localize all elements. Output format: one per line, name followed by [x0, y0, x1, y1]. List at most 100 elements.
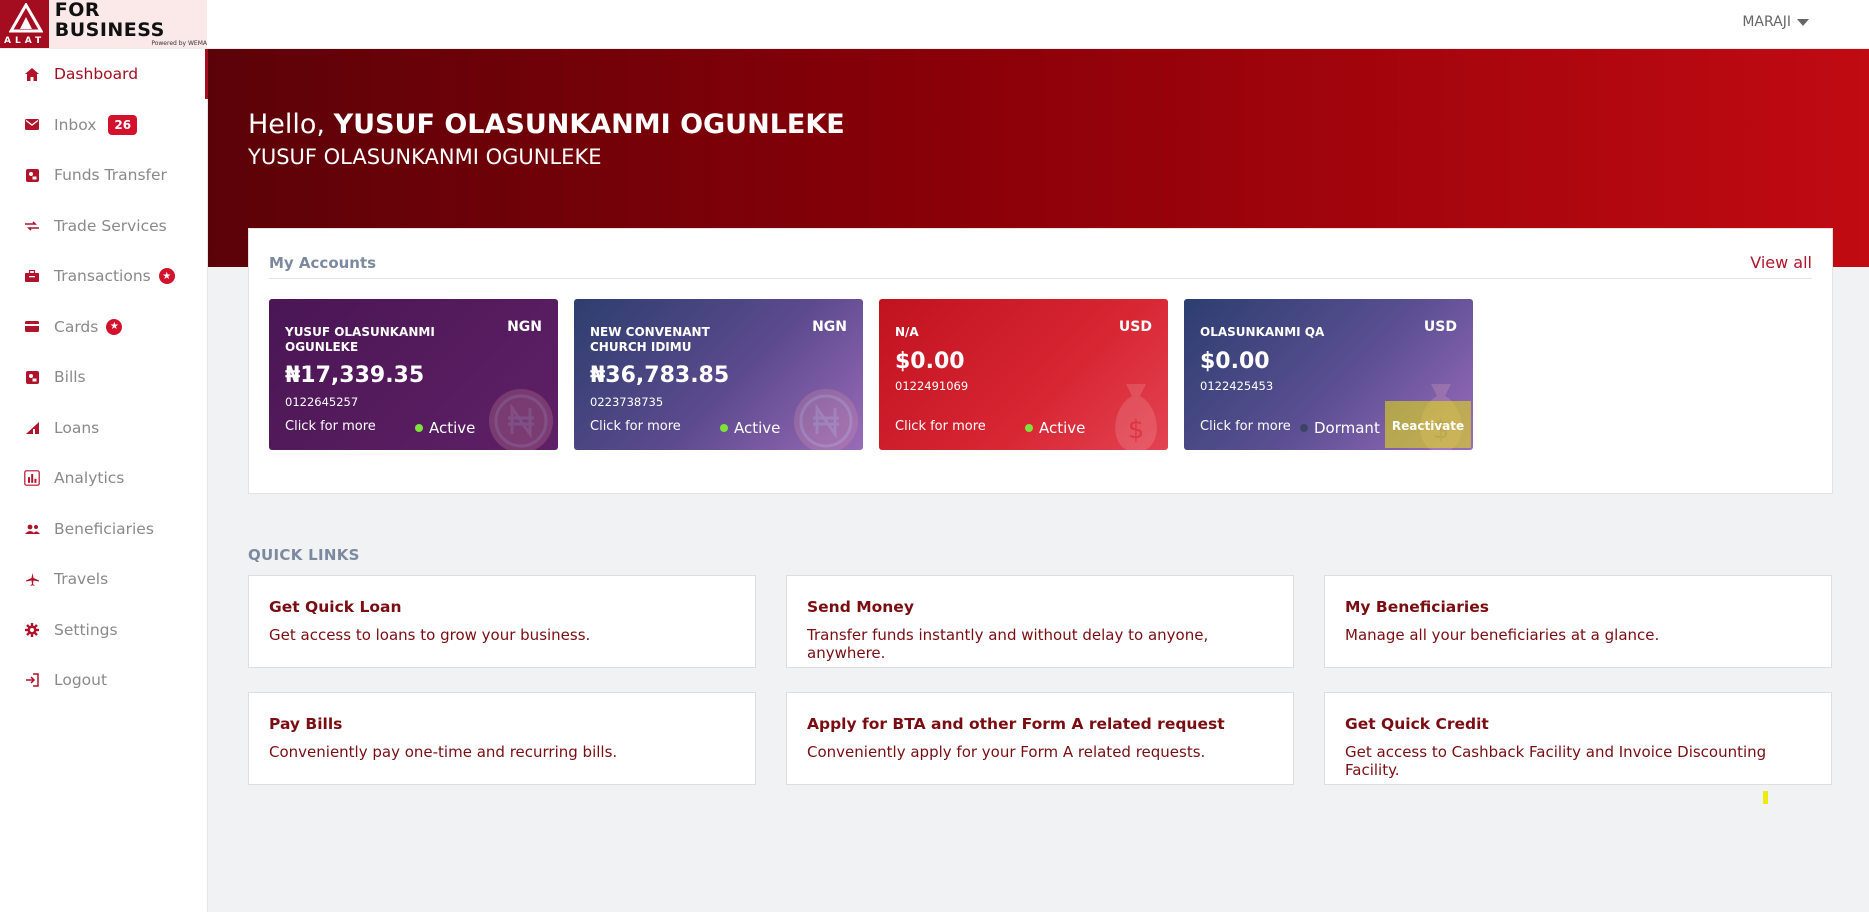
click-for-more-link[interactable]: Click for more — [590, 419, 681, 434]
quick-link-description: Get access to loans to grow your busines… — [269, 626, 591, 644]
sidebar-item-analytics[interactable]: Analytics — [0, 453, 207, 504]
loan-icon — [24, 420, 40, 436]
quick-link-title: My Beneficiaries — [1345, 598, 1489, 616]
user-menu-label: MARAJI — [1742, 14, 1791, 30]
account-status-label: Active — [429, 419, 476, 437]
sidebar-item-label: Bills — [54, 368, 86, 387]
account-name: N/A — [895, 325, 919, 339]
quick-link-description: Conveniently apply for your Form A relat… — [807, 743, 1206, 761]
sidebar-item-inbox[interactable]: Inbox 26 — [0, 100, 207, 151]
greeting-name: YUSUF OLASUNKANMI OGUNLEKE — [333, 109, 845, 140]
highlight-marker — [1763, 791, 1768, 804]
logo-mark-text: ALAT — [4, 36, 46, 46]
quick-link-description: Get access to Cashback Facility and Invo… — [1345, 743, 1767, 779]
quick-link-title: Pay Bills — [269, 715, 343, 733]
company-name: YUSUF OLASUNKANMI OGUNLEKE — [248, 145, 602, 169]
click-for-more-link[interactable]: Click for more — [285, 419, 376, 434]
quick-link-send-money[interactable]: Send Money Transfer funds instantly and … — [786, 575, 1294, 668]
quick-link-title: Apply for BTA and other Form A related r… — [807, 715, 1225, 733]
quick-link-title: Get Quick Credit — [1345, 715, 1489, 733]
click-for-more-link[interactable]: Click for more — [895, 419, 986, 434]
account-balance: $0.00 — [895, 349, 965, 374]
view-all-link[interactable]: View all — [1750, 253, 1812, 272]
naira-coin-icon — [794, 389, 858, 450]
quick-link-title: Send Money — [807, 598, 914, 616]
mail-icon — [24, 117, 40, 133]
sidebar-item-settings[interactable]: Settings — [0, 605, 207, 656]
account-number: 0122491069 — [895, 379, 969, 393]
active-status-dot — [720, 424, 728, 432]
analytics-icon — [24, 470, 40, 487]
my-accounts-panel: My Accounts View all YUSUF OLASUNKANMI O… — [248, 228, 1833, 494]
sidebar-item-label: Funds Transfer — [54, 166, 167, 185]
logo-text: FOR BUSINESS — [54, 0, 165, 41]
sidebar-item-label: Inbox — [54, 115, 97, 134]
account-name: OLASUNKANMI QA — [1200, 325, 1325, 339]
logout-icon — [24, 672, 40, 688]
active-status-dot — [415, 424, 423, 432]
quick-link-get-quick-credit[interactable]: Get Quick Credit Get access to Cashback … — [1324, 692, 1832, 785]
exchange-icon — [24, 218, 40, 234]
quick-link-pay-bills[interactable]: Pay Bills Conveniently pay one-time and … — [248, 692, 756, 785]
click-for-more-link[interactable]: Click for more — [1200, 419, 1291, 434]
dormant-status-dot — [1300, 424, 1308, 432]
user-menu[interactable]: MARAJI — [1742, 14, 1809, 30]
sidebar-item-label: Transactions — [54, 267, 151, 286]
sidebar-item-funds-transfer[interactable]: Funds Transfer — [0, 150, 207, 201]
account-card[interactable]: YUSUF OLASUNKANMI OGUNLEKE NGN ₦17,339.3… — [269, 299, 558, 450]
sidebar-item-bills[interactable]: Bills — [0, 352, 207, 403]
account-status-label: Active — [1039, 419, 1086, 437]
sidebar-item-label: Loans — [54, 418, 100, 437]
greeting-heading: Hello, YUSUF OLASUNKANMI OGUNLEKE — [248, 109, 845, 140]
sidebar-item-label: Beneficiaries — [54, 519, 154, 538]
sidebar-item-label: Analytics — [54, 469, 125, 488]
active-status-dot — [1025, 424, 1033, 432]
transfer-icon — [24, 167, 40, 183]
account-balance: $0.00 — [1200, 349, 1270, 374]
money-bag-icon: $ — [1115, 384, 1157, 450]
chevron-down-icon — [1797, 18, 1809, 26]
quick-link-title: Get Quick Loan — [269, 598, 402, 616]
sidebar-item-logout[interactable]: Logout — [0, 655, 207, 706]
sidebar-item-loans[interactable]: Loans — [0, 403, 207, 454]
sidebar-item-travels[interactable]: Travels — [0, 554, 207, 605]
account-status: Active — [1025, 419, 1085, 437]
account-balance: ₦36,783.85 — [590, 363, 730, 388]
account-currency: USD — [1118, 319, 1152, 335]
quick-link-apply-bta[interactable]: Apply for BTA and other Form A related r… — [786, 692, 1294, 785]
quick-link-description: Manage all your beneficiaries at a glanc… — [1345, 626, 1660, 644]
card-icon — [24, 319, 40, 335]
account-card[interactable]: OLASUNKANMI QA USD $0.00 0122425453 Clic… — [1184, 299, 1473, 450]
account-number: 0122425453 — [1200, 379, 1274, 393]
sidebar-item-cards[interactable]: Cards ★ — [0, 302, 207, 353]
reactivate-button[interactable]: Reactivate — [1385, 401, 1471, 448]
sidebar-item-beneficiaries[interactable]: Beneficiaries — [0, 504, 207, 555]
sidebar-item-trade-services[interactable]: Trade Services — [0, 201, 207, 252]
quick-links-grid: Get Quick Loan Get access to loans to gr… — [248, 575, 1833, 785]
transactions-alert-badge: ★ — [158, 268, 175, 285]
naira-coin-icon — [489, 389, 553, 450]
sidebar-item-dashboard[interactable]: Dashboard — [0, 49, 207, 100]
sidebar-item-transactions[interactable]: Transactions ★ — [0, 251, 207, 302]
quick-link-get-quick-loan[interactable]: Get Quick Loan Get access to loans to gr… — [248, 575, 756, 668]
accounts-title: My Accounts — [269, 254, 377, 272]
alat-logo[interactable]: ALAT FOR BUSINESS Powered by WEMA — [0, 0, 207, 48]
accounts-header: My Accounts View all — [269, 253, 1812, 279]
logo-subtext: Powered by WEMA — [151, 40, 207, 47]
account-card[interactable]: NEW CONVENANT CHURCH IDIMU NGN ₦36,783.8… — [574, 299, 863, 450]
svg-text:$: $ — [1128, 415, 1145, 445]
people-icon — [24, 521, 40, 537]
account-cards: YUSUF OLASUNKANMI OGUNLEKE NGN ₦17,339.3… — [269, 299, 1473, 450]
greeting-prefix: Hello, — [248, 109, 326, 140]
account-status-label: Active — [734, 419, 781, 437]
gear-icon — [24, 622, 40, 638]
inbox-count-badge: 26 — [108, 114, 138, 135]
account-currency: USD — [1423, 319, 1457, 335]
plane-icon — [24, 571, 40, 587]
quick-link-my-beneficiaries[interactable]: My Beneficiaries Manage all your benefic… — [1324, 575, 1832, 668]
account-number: 0223738735 — [590, 395, 664, 409]
account-balance: ₦17,339.35 — [285, 363, 425, 388]
alat-triangle-icon — [9, 3, 43, 33]
account-card[interactable]: N/A USD $0.00 0122491069 Click for more … — [879, 299, 1168, 450]
briefcase-icon — [24, 268, 40, 284]
